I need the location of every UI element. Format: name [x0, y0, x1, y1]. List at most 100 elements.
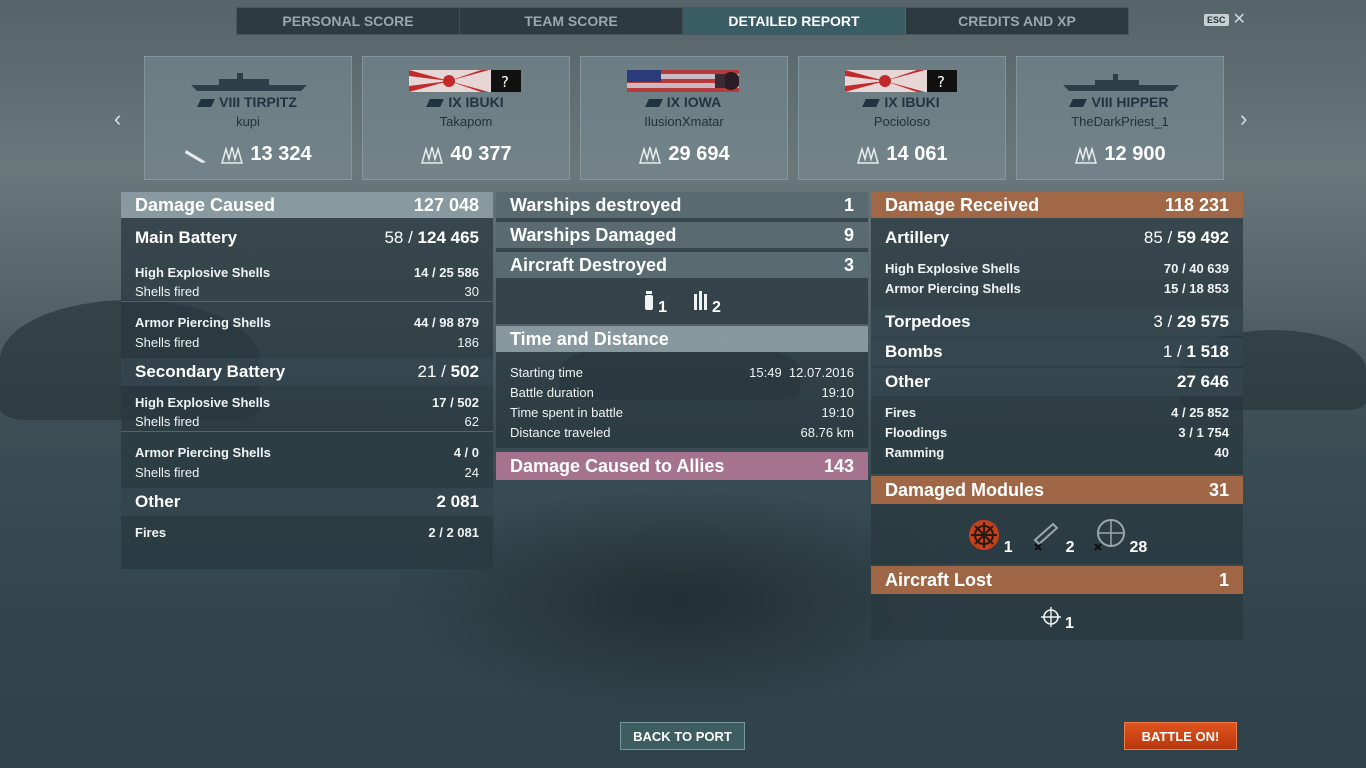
ship-class-icon	[197, 99, 215, 108]
chevron-right-icon[interactable]: ›	[1240, 106, 1247, 132]
ship-name: IX IBUKI	[799, 94, 1005, 110]
secondary-he-row: High Explosive Shells 17 / 502	[135, 394, 479, 410]
player-card[interactable]: VIII TIRPITZ kupi 13 324	[144, 56, 352, 180]
player-name: kupi	[236, 114, 260, 129]
tab-personal-score[interactable]: PERSONAL SCORE	[237, 8, 460, 34]
secondary-ap-fired-row: Shells fired 24	[135, 464, 479, 480]
damage-received-header: Damage Received 118 231	[871, 192, 1243, 218]
tab-detailed-report[interactable]: DETAILED REPORT	[683, 8, 906, 34]
main-he-row: High Explosive Shells 14 / 25 586	[135, 264, 479, 280]
ship-class-icon	[426, 99, 445, 108]
main-ap-row: Armor Piercing Shells 44 / 98 879	[135, 314, 479, 330]
damage-burst-icon	[221, 145, 244, 164]
anti-aircraft-icon	[1093, 519, 1125, 551]
warships-destroyed-row: Warships destroyed 1	[496, 192, 868, 218]
bombs-row: Bombs 1 / 1 518	[871, 338, 1243, 366]
battle-duration-row: Battle duration 19:10	[510, 384, 854, 400]
tab-credits-xp[interactable]: CREDITS AND XP	[906, 8, 1128, 34]
esc-key-hint: ESC	[1204, 14, 1229, 26]
received-ap-row: Armor Piercing Shells 15 / 18 853	[885, 280, 1229, 296]
main-ap-fired-row: Shells fired 186	[135, 334, 479, 350]
starting-time-row: Starting time 15:49 12.07.2016	[510, 364, 854, 380]
artillery-row: Artillery 85 / 59 492	[885, 228, 1229, 247]
player-score: 14 061	[799, 143, 1005, 166]
player-score: 12 900	[1017, 143, 1223, 166]
fires-row: Fires 2 / 2 081	[135, 524, 479, 540]
player-card[interactable]: ? IX IBUKI Pocioloso 14 061	[798, 56, 1006, 180]
kills-panel: Warships destroyed 1 Warships Damaged 9 Ai…	[496, 192, 868, 324]
player-name: Takapom	[439, 114, 493, 129]
player-name: Pocioloso	[873, 114, 931, 129]
bomber-icon	[694, 291, 707, 310]
gun-turret-icon	[1033, 522, 1059, 551]
received-ramming-row: Ramming 40	[885, 444, 1229, 460]
close-icon[interactable]: ✕	[1233, 12, 1246, 28]
secondary-ap-row: Armor Piercing Shells 4 / 0	[135, 444, 479, 460]
damaged-modules-panel: Damaged Modules 31 1 2 28	[871, 476, 1243, 564]
allies-damage-row: Damage Caused to Allies 143	[496, 452, 868, 480]
received-fires-row: Fires 4 / 25 852	[885, 404, 1229, 420]
ship-name: IX IOWA	[581, 94, 787, 110]
aa-count: 28	[1091, 518, 1147, 557]
other-damage-row: Other 2 081	[121, 488, 493, 516]
player-flag-icon: ?	[845, 70, 957, 92]
damage-burst-icon	[1075, 145, 1098, 164]
damage-burst-icon	[421, 145, 444, 164]
fighter-count: 1	[643, 290, 667, 317]
aircraft-lost-header: Aircraft Lost 1	[871, 566, 1243, 594]
time-distance-panel: Time and Distance Starting time 15:49 12…	[496, 326, 868, 448]
received-floodings-row: Floodings 3 / 1 754	[885, 424, 1229, 440]
player-flag-icon	[627, 70, 739, 92]
player-flag-icon: ?	[409, 70, 521, 92]
svg-text:?: ?	[937, 73, 945, 91]
aircraft-lost-panel: Aircraft Lost 1 1	[871, 566, 1243, 640]
damage-burst-icon	[639, 145, 662, 164]
crosshair-icon	[1041, 607, 1062, 627]
received-other-row: Other 27 646	[871, 368, 1243, 396]
ship-name: VIII HIPPER	[1017, 94, 1223, 110]
report-tabs: PERSONAL SCORE TEAM SCORE DETAILED REPOR…	[236, 7, 1129, 35]
close-button[interactable]: ESC ✕	[1204, 12, 1246, 28]
damage-burst-icon	[857, 145, 880, 164]
player-card[interactable]: ? IX IBUKI Takapom 40 377	[362, 56, 570, 180]
back-to-port-button[interactable]: BACK TO PORT	[620, 722, 745, 750]
player-card[interactable]: VIII HIPPER TheDarkPriest_1 12 900	[1016, 56, 1224, 180]
ship-class-icon	[644, 99, 663, 108]
aircraft-lost-icons-row: 1	[871, 606, 1243, 633]
fighter-icon	[645, 291, 654, 310]
bomber-count: 2	[693, 290, 721, 317]
secondary-he-fired-row: Shells fired 62	[121, 412, 493, 432]
tab-team-score[interactable]: TEAM SCORE	[460, 8, 683, 34]
torpedoes-row: Torpedoes 3 / 29 575	[871, 308, 1243, 336]
player-name: TheDarkPriest_1	[1071, 114, 1169, 129]
ship-name: VIII TIRPITZ	[145, 94, 351, 110]
main-he-fired-row: Shells fired 30	[121, 282, 493, 302]
time-distance-header: Time and Distance	[496, 326, 868, 352]
aircraft-destroyed-row: Aircraft Destroyed 3	[496, 252, 868, 278]
ship-silhouette-icon	[191, 73, 307, 91]
player-name: IlusionXmatar	[644, 114, 724, 129]
damaged-modules-header: Damaged Modules 31	[871, 476, 1243, 504]
ship-class-icon	[1069, 99, 1088, 108]
steering-count: 1	[967, 518, 1013, 557]
damage-caused-panel: Damage Caused 127 048 Main Battery 58 / 1…	[121, 192, 493, 569]
chevron-left-icon[interactable]: ‹	[114, 106, 121, 132]
damage-received-panel: Damage Received 118 231 Artillery 85 / 59…	[871, 192, 1243, 474]
received-he-row: High Explosive Shells 70 / 40 639	[885, 260, 1229, 276]
player-card[interactable]: IX IOWA IlusionXmatar 29 694	[580, 56, 788, 180]
module-icons-row: 1 2 28	[871, 518, 1243, 557]
distance-row: Distance traveled 68.76 km	[510, 424, 854, 440]
aircraft-types-row: 1 2	[496, 290, 868, 317]
player-score: 13 324	[145, 143, 351, 166]
ship-class-icon	[862, 99, 881, 108]
ship-silhouette-icon	[1063, 74, 1179, 91]
steering-gear-icon	[968, 520, 999, 550]
warships-damaged-row: Warships Damaged 9	[496, 222, 868, 248]
svg-text:?: ?	[501, 73, 509, 91]
player-score: 29 694	[581, 143, 787, 166]
allies-damage-panel: Damage Caused to Allies 143	[496, 452, 868, 480]
time-spent-row: Time spent in battle 19:10	[510, 404, 854, 420]
sunk-ship-icon	[185, 149, 207, 163]
battle-on-button[interactable]: BATTLE ON!	[1124, 722, 1237, 750]
secondary-battery-row: Secondary Battery 21 / 502	[121, 358, 493, 386]
